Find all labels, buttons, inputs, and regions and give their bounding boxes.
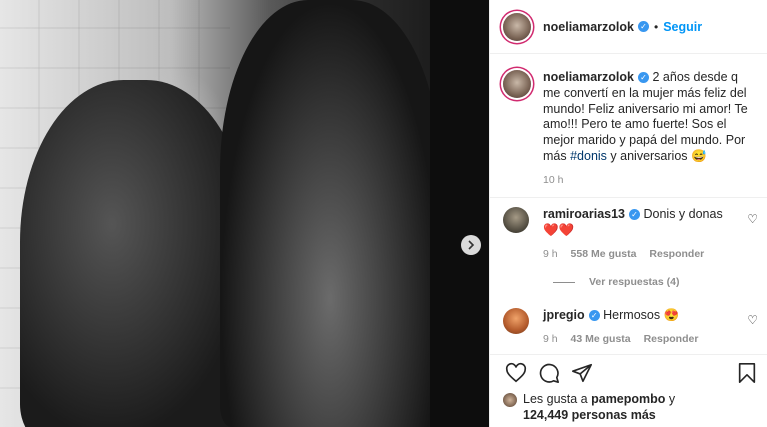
post-header: noeliamarzolok ✓ • Seguir [490, 0, 767, 54]
liker-username[interactable]: pamepombo [591, 392, 665, 406]
view-replies-label[interactable]: Ver respuestas (4) [589, 276, 679, 288]
post-timestamp[interactable]: 10 h [543, 174, 758, 186]
caption-username[interactable]: noeliamarzolok [543, 70, 634, 84]
heart-icon[interactable] [505, 362, 527, 384]
comment-meta: 9 h 558 Me gusta Responder [543, 247, 733, 263]
follow-button[interactable]: Seguir [663, 20, 702, 34]
likes-connector: y [665, 392, 676, 406]
dark-doorframe [430, 0, 489, 427]
replies-line [553, 281, 575, 283]
comment-time[interactable]: 9 h [543, 248, 558, 260]
post-photo[interactable] [0, 0, 489, 427]
comment-like-heart-icon[interactable]: ♡ [747, 313, 758, 327]
commenter-avatar[interactable] [503, 207, 529, 233]
comment-text: Hermosos 😍 [603, 308, 680, 322]
view-replies[interactable]: Ver respuestas (4) [553, 276, 679, 288]
liker-avatar[interactable] [503, 393, 517, 407]
likes-count[interactable]: 124,449 personas más [523, 408, 656, 422]
chevron-right-icon [468, 240, 475, 250]
comment-icon[interactable] [538, 362, 560, 384]
commenter-avatar[interactable] [503, 308, 529, 334]
author-username[interactable]: noeliamarzolok [543, 20, 634, 34]
comment-item: ramiroarias13 ✓ Donis y donas ❤️❤️ 9 h 55… [503, 207, 758, 262]
commenter-username[interactable]: jpregio [543, 308, 585, 322]
caption-tail: y aniversarios 😅 [606, 148, 707, 163]
likes-prefix: Les gusta a [523, 392, 592, 406]
commenter-username[interactable]: ramiroarias13 [543, 207, 625, 221]
divider [490, 354, 767, 355]
comment-like-heart-icon[interactable]: ♡ [747, 212, 758, 226]
share-icon[interactable] [571, 362, 593, 384]
woman-silhouette [20, 80, 250, 427]
verified-badge-icon: ✓ [588, 310, 600, 322]
verified-badge-icon: ✓ [629, 209, 641, 221]
separator-dot: • [654, 19, 659, 34]
post-side-panel: noeliamarzolok ✓ • Seguir noeliamarzolok… [489, 0, 767, 427]
bookmark-icon[interactable] [736, 362, 758, 384]
comment-item: jpregio ✓ Hermosos 😍 9 h 43 Me gusta Resp… [503, 308, 758, 348]
caption-text: noeliamarzolok ✓ 2 años desde q me conver… [543, 70, 757, 165]
caption: noeliamarzolok ✓ 2 años desde q me conver… [503, 70, 758, 186]
comment-likes[interactable]: 43 Me gusta [571, 333, 631, 345]
likes-summary: Les gusta a pamepombo y 124,449 personas… [503, 392, 675, 424]
verified-badge-icon: ✓ [638, 72, 649, 84]
action-bar [503, 362, 758, 390]
verified-badge-icon: ✓ [638, 21, 649, 32]
divider [490, 197, 767, 198]
comment-likes[interactable]: 558 Me gusta [571, 248, 637, 260]
next-photo-button[interactable] [461, 235, 481, 255]
caption-author-avatar[interactable] [503, 70, 531, 98]
author-avatar[interactable] [503, 12, 531, 41]
hashtag-link[interactable]: #donis [570, 149, 607, 163]
comment-time[interactable]: 9 h [543, 333, 558, 345]
comment-meta: 9 h 43 Me gusta Responder [543, 332, 733, 348]
reply-button[interactable]: Responder [649, 248, 704, 260]
man-silhouette [220, 0, 440, 427]
reply-button[interactable]: Responder [644, 333, 699, 345]
